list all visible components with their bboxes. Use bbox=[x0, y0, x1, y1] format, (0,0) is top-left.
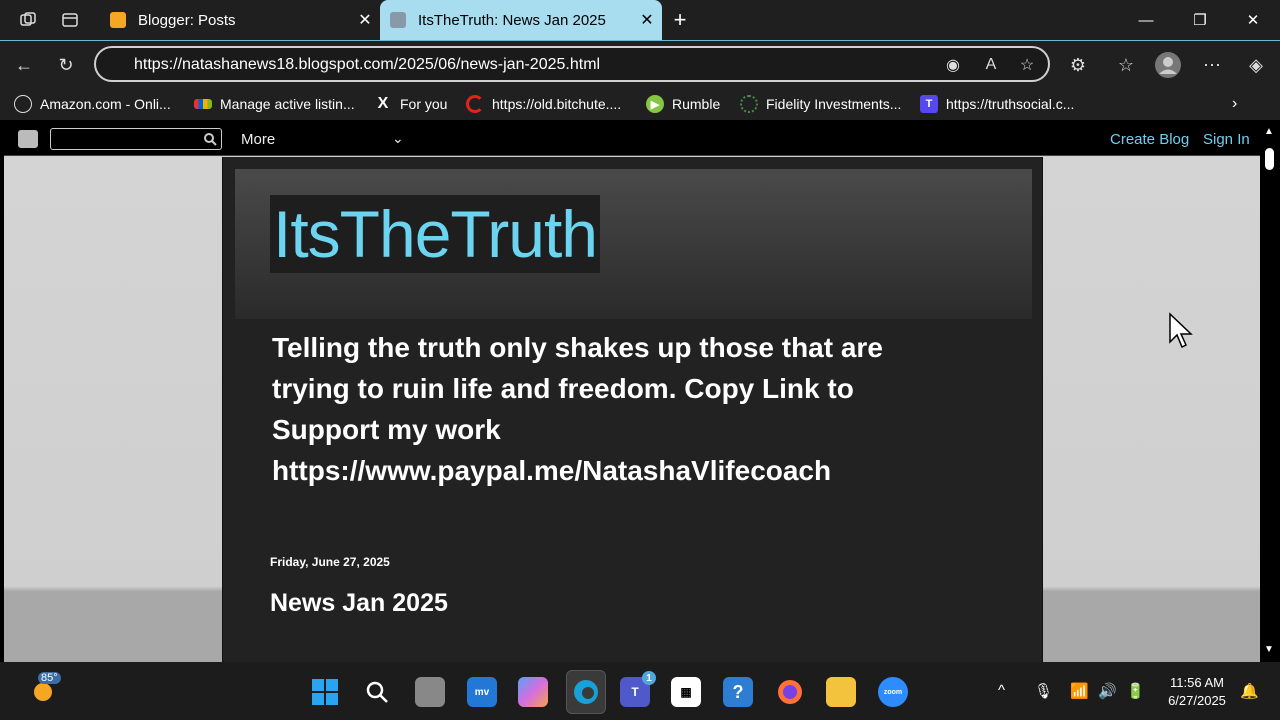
search-icon[interactable] bbox=[203, 132, 217, 146]
blogger-logo-icon[interactable] bbox=[18, 130, 38, 148]
description-line: Support my work bbox=[272, 414, 501, 445]
read-aloud-icon[interactable]: A bbox=[980, 54, 1002, 76]
new-tab-button[interactable]: + bbox=[668, 7, 692, 32]
wifi-icon[interactable]: 📶 bbox=[1070, 682, 1089, 700]
bookmark-fidelity[interactable]: Fidelity Investments... bbox=[740, 93, 901, 115]
refresh-icon[interactable]: ↻ bbox=[52, 51, 80, 79]
file-explorer-icon[interactable] bbox=[826, 677, 856, 707]
back-icon[interactable]: ← bbox=[10, 51, 38, 79]
favorite-star-icon[interactable]: ☆ bbox=[1016, 54, 1038, 76]
scroll-down-icon[interactable]: ▼ bbox=[1264, 644, 1274, 655]
task-view-icon[interactable] bbox=[415, 677, 445, 707]
blog-title[interactable]: ItsTheTruth bbox=[270, 195, 600, 273]
bitchute-icon bbox=[466, 95, 484, 113]
edge-taskbar-icon[interactable] bbox=[566, 670, 606, 714]
blogger-favicon-icon bbox=[110, 12, 126, 28]
bookmark-ebay[interactable]: Manage active listin... bbox=[194, 93, 355, 115]
blog-header: ItsTheTruth bbox=[235, 169, 1032, 319]
weather-widget[interactable]: 85° bbox=[26, 672, 61, 708]
tab-title: ItsTheTruth: News Jan 2025 bbox=[418, 11, 606, 29]
firefox-icon[interactable] bbox=[775, 677, 805, 707]
tab-blogger-posts[interactable]: Blogger: Posts ✕ bbox=[100, 0, 380, 40]
truthsocial-icon: T bbox=[920, 95, 938, 113]
minimize-icon[interactable]: — bbox=[1119, 0, 1173, 40]
search-taskbar-icon[interactable] bbox=[362, 677, 392, 707]
close-tab-icon[interactable]: ✕ bbox=[350, 10, 380, 30]
close-tab-icon[interactable]: ✕ bbox=[632, 10, 662, 30]
copilot-icon[interactable]: ◈ bbox=[1242, 51, 1270, 79]
store-icon[interactable]: ▦ bbox=[671, 677, 701, 707]
more-options-icon[interactable]: ⋯ bbox=[1198, 51, 1226, 79]
blogger-navbar: More ⌄ Create Blog Sign In bbox=[4, 122, 1260, 156]
fidelity-icon bbox=[740, 95, 758, 113]
profile-avatar[interactable] bbox=[1154, 51, 1182, 79]
favorites-icon[interactable]: ☆ bbox=[1112, 51, 1140, 79]
volume-icon[interactable]: 🔊 bbox=[1098, 682, 1117, 700]
clock-time: 11:56 AM bbox=[1170, 675, 1224, 690]
url-text: https://natashanews18.blogspot.com/2025/… bbox=[134, 56, 601, 73]
bookmark-truthsocial[interactable]: T https://truthsocial.c... bbox=[920, 93, 1074, 115]
extensions-icon[interactable]: ⚙ bbox=[1064, 51, 1092, 79]
bookmark-x[interactable]: X For you bbox=[374, 93, 448, 115]
browser-toolbar: ← ↻ https://natashanews18.blogspot.com/2… bbox=[0, 40, 1280, 88]
page-favicon-icon bbox=[390, 12, 406, 28]
clock[interactable]: 11:56 AM 6/27/2025 bbox=[1160, 674, 1234, 710]
start-icon[interactable] bbox=[310, 677, 340, 707]
restore-icon[interactable]: ❐ bbox=[1173, 0, 1227, 40]
mouse-cursor-icon bbox=[1169, 312, 1193, 349]
microphone-icon[interactable]: 🎙 bbox=[1034, 682, 1053, 700]
right-background bbox=[1043, 157, 1260, 662]
bookmark-bitchute[interactable]: https://old.bitchute.... bbox=[466, 93, 621, 115]
chevron-down-icon[interactable]: ⌄ bbox=[392, 130, 404, 147]
zoom-icon[interactable]: zoom bbox=[878, 677, 908, 707]
tab-actions-icon[interactable] bbox=[58, 8, 82, 32]
page-scrollbar[interactable]: ▲ ▼ bbox=[1260, 122, 1280, 662]
copilot-taskbar-icon[interactable] bbox=[518, 677, 548, 707]
clock-date: 6/27/2025 bbox=[1168, 693, 1226, 708]
ebay-icon bbox=[194, 99, 212, 109]
page-viewport: More ⌄ Create Blog Sign In ItsTheTruth T… bbox=[4, 122, 1260, 662]
notifications-icon[interactable]: 🔔 bbox=[1240, 682, 1259, 700]
show-hidden-icons-chevron-icon[interactable]: ^ bbox=[998, 682, 1005, 699]
scroll-up-icon[interactable]: ▲ bbox=[1264, 126, 1274, 137]
description-line: https://www.paypal.me/NatashaVlifecoach bbox=[272, 455, 832, 486]
post-date: Friday, June 27, 2025 bbox=[270, 555, 390, 569]
weather-temp: 85° bbox=[38, 672, 61, 684]
mcafee-icon[interactable]: mv bbox=[467, 677, 497, 707]
rumble-icon: ▶ bbox=[646, 95, 664, 113]
tab-itsthetruth[interactable]: ItsTheTruth: News Jan 2025 ✕ bbox=[380, 0, 662, 40]
sign-in-link[interactable]: Sign In bbox=[1203, 131, 1250, 148]
bookmarks-bar: Amazon.com - Onli... Manage active listi… bbox=[0, 88, 1280, 120]
help-icon[interactable]: ? bbox=[723, 677, 753, 707]
teams-badge: 1 bbox=[642, 671, 656, 685]
workspaces-icon[interactable] bbox=[16, 8, 40, 32]
tracking-prevention-icon[interactable]: ◉ bbox=[942, 54, 964, 76]
left-background bbox=[4, 157, 222, 662]
bookmark-amazon[interactable]: Amazon.com - Onli... bbox=[14, 93, 171, 115]
address-bar[interactable]: https://natashanews18.blogspot.com/2025/… bbox=[94, 46, 1050, 82]
description-line: Telling the truth only shakes up those t… bbox=[272, 332, 883, 363]
x-icon: X bbox=[377, 95, 389, 112]
blog-description: Telling the truth only shakes up those t… bbox=[272, 327, 972, 491]
bookmark-rumble[interactable]: ▶ Rumble bbox=[646, 93, 720, 115]
tab-bar: Blogger: Posts ✕ ItsTheTruth: News Jan 2… bbox=[0, 0, 1280, 40]
blog-content: ItsTheTruth Telling the truth only shake… bbox=[222, 157, 1043, 662]
teams-icon[interactable]: T 1 bbox=[620, 671, 656, 707]
bookmarks-overflow-chevron-icon[interactable]: › bbox=[1232, 93, 1237, 115]
blog-search-input[interactable] bbox=[50, 128, 222, 150]
create-blog-link[interactable]: Create Blog bbox=[1110, 131, 1189, 148]
taskbar: 85° mv T 1 ▦ ? zoom ^ 🎙 📶 🔊 🔋 11:56 AM 6… bbox=[0, 662, 1280, 720]
scrollbar-thumb[interactable] bbox=[1265, 148, 1274, 170]
post-title[interactable]: News Jan 2025 bbox=[270, 589, 448, 618]
more-menu[interactable]: More bbox=[241, 131, 275, 148]
description-line: trying to ruin life and freedom. Copy Li… bbox=[272, 373, 854, 404]
battery-icon[interactable]: 🔋 bbox=[1126, 682, 1145, 700]
globe-icon bbox=[14, 95, 32, 113]
close-window-icon[interactable]: ✕ bbox=[1226, 0, 1280, 40]
tab-title: Blogger: Posts bbox=[138, 11, 236, 29]
